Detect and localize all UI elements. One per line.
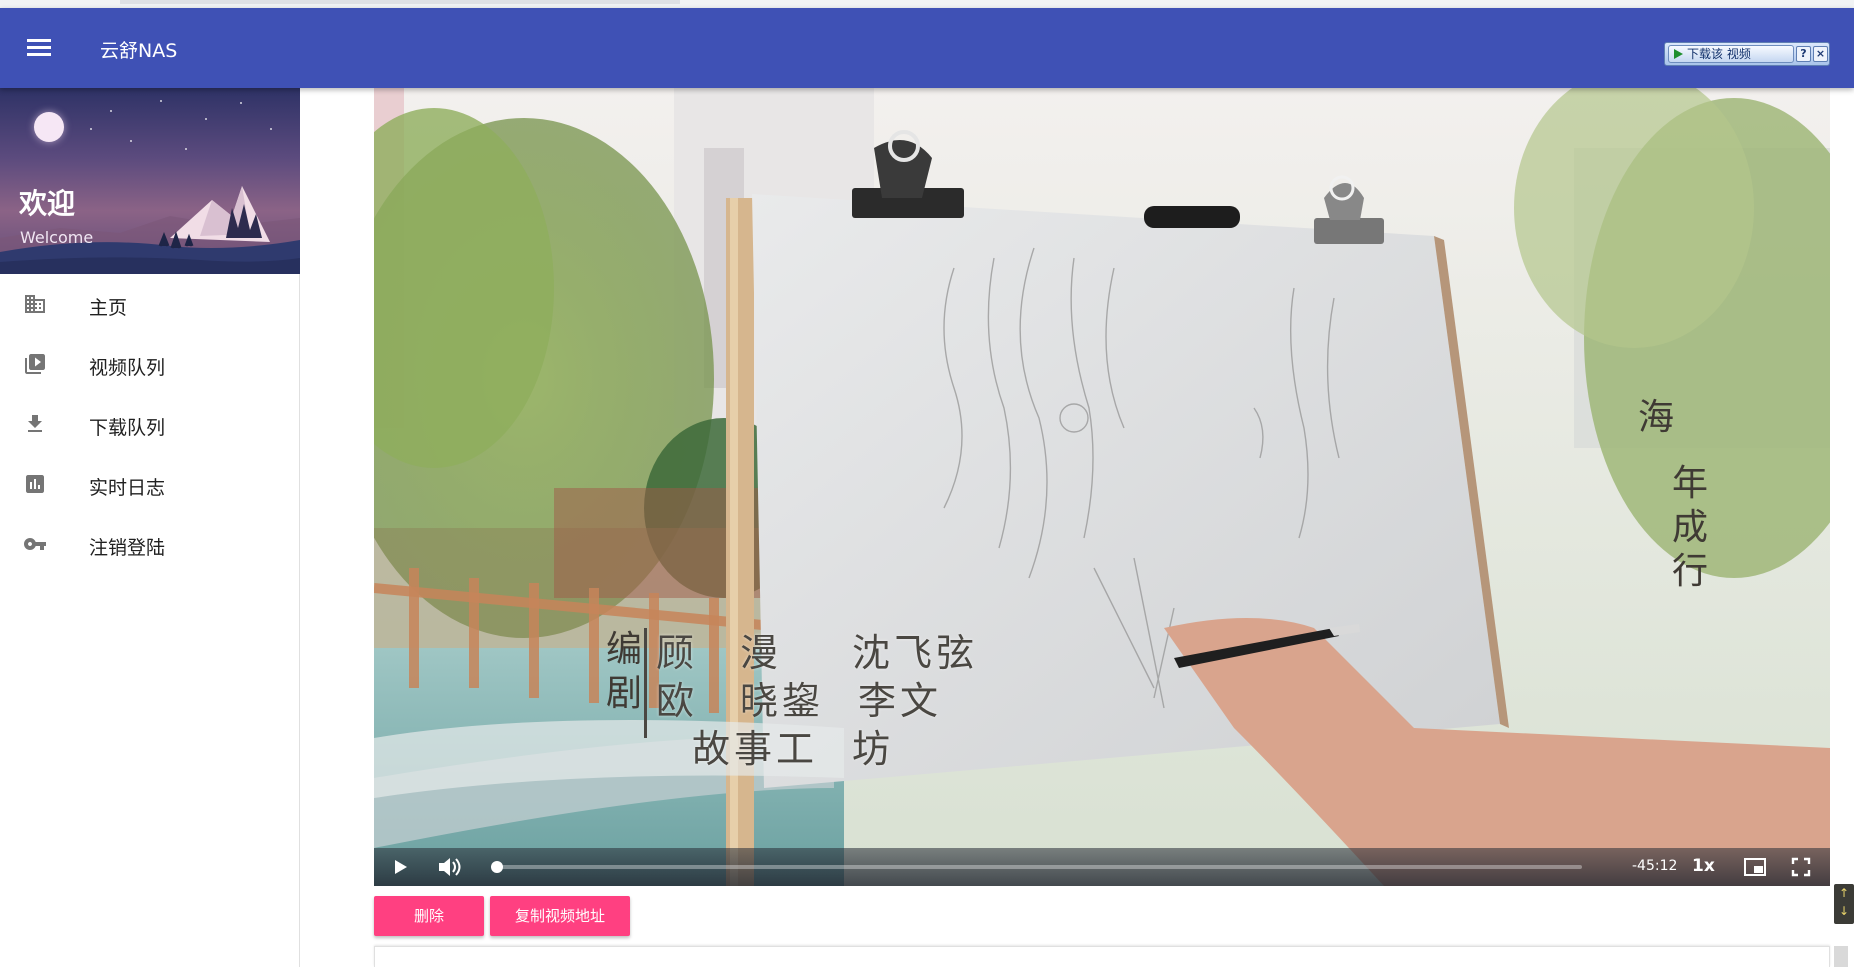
copy-video-url-button[interactable]: 复制视频地址 [490, 896, 630, 936]
welcome-title: 欢迎 [19, 187, 76, 220]
picture-in-picture-icon[interactable] [1742, 848, 1768, 886]
moon-decoration [34, 112, 64, 142]
bar-chart-icon [26, 475, 44, 493]
credit-role-label: 编 剧 [605, 629, 642, 714]
credit-line-2: 欧 晓鋆 李文 [656, 679, 943, 723]
sidebar: 欢迎 Welcome 主页 视频队列 下载队列 实时日志 注销登陆 [0, 88, 300, 967]
fullscreen-icon[interactable] [1788, 848, 1814, 886]
video-controls: -45:12 1x [374, 848, 1830, 886]
delete-button[interactable]: 删除 [374, 896, 484, 936]
credit-right-vertical-b: 年 成 行 [1671, 463, 1708, 592]
sidebar-item-download-queue[interactable]: 下载队列 [0, 394, 300, 454]
video-frame [374, 88, 1830, 886]
sidebar-item-label: 注销登陆 [89, 537, 166, 559]
sidebar-item-live-log[interactable]: 实时日志 [0, 454, 300, 514]
sidebar-item-home[interactable]: 主页 [0, 274, 300, 334]
video-progress-bar[interactable] [491, 861, 1582, 873]
video-player[interactable]: 编 剧 顾 漫沈飞弦 欧 晓鋆 李文 故事工坊 海 年 成 行 -45:12 1x [374, 88, 1830, 886]
sidebar-nav: 主页 视频队列 下载队列 实时日志 注销登陆 [0, 274, 300, 574]
sidebar-header: 欢迎 Welcome [0, 88, 300, 274]
key-icon [24, 538, 46, 550]
credit-line-1: 顾 漫沈飞弦 [656, 631, 979, 675]
arrow-up-icon[interactable]: ↑ [1839, 886, 1849, 900]
play-icon [1674, 49, 1683, 59]
video-progress-handle[interactable] [491, 861, 504, 873]
sidebar-item-label: 实时日志 [89, 477, 166, 499]
app-bar: 云舒NAS 下载该 视频 ? × [0, 8, 1854, 88]
menu-icon[interactable] [24, 34, 54, 60]
app-title: 云舒NAS [100, 40, 178, 62]
sidebar-item-label: 视频队列 [89, 357, 166, 379]
close-button[interactable]: × [1813, 46, 1828, 62]
credit-line-3: 故事工坊 [692, 727, 895, 771]
browser-tab-edge [120, 0, 680, 4]
welcome-subtitle: Welcome [20, 228, 94, 247]
sidebar-item-label: 下载队列 [89, 417, 166, 439]
arrow-down-icon[interactable]: ↓ [1839, 904, 1849, 918]
download-video-toolbar: 下载该 视频 ? × [1664, 42, 1830, 66]
time-remaining: -45:12 [1632, 858, 1678, 874]
volume-icon[interactable] [436, 848, 462, 886]
browser-top-strip [0, 0, 1854, 8]
sidebar-item-video-queue[interactable]: 视频队列 [0, 334, 300, 394]
playback-speed-button[interactable]: 1x [1692, 856, 1715, 876]
help-button[interactable]: ? [1796, 46, 1811, 62]
scroll-helper[interactable]: ↑ ↓ [1834, 884, 1854, 924]
credit-divider [644, 628, 647, 738]
content-card [374, 946, 1830, 967]
download-video-button[interactable]: 下载该 视频 [1668, 45, 1794, 63]
sidebar-item-logout[interactable]: 注销登陆 [0, 514, 300, 574]
sidebar-item-label: 主页 [89, 297, 128, 319]
play-icon[interactable] [388, 848, 412, 886]
download-video-label: 下载该 视频 [1687, 47, 1751, 61]
building-icon [25, 295, 45, 313]
video-library-icon [25, 354, 45, 374]
credit-right-vertical-a: 海 [1637, 397, 1674, 438]
download-icon [28, 415, 42, 432]
page-scrollbar[interactable] [1834, 946, 1848, 967]
